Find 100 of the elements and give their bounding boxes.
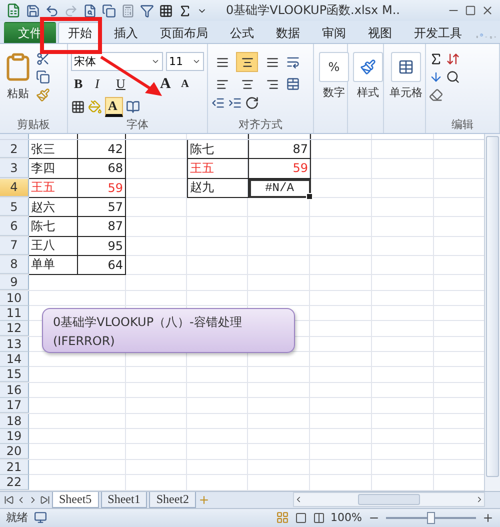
- phonetic-icon[interactable]: [126, 100, 140, 114]
- zoom-in-icon[interactable]: [482, 512, 494, 524]
- find-icon[interactable]: [446, 70, 460, 84]
- table-cell[interactable]: 87: [249, 140, 311, 160]
- align-button[interactable]: [236, 52, 258, 72]
- table-cell: 陈七: [29, 217, 78, 237]
- align-icon: [266, 56, 278, 69]
- ribbon-tab[interactable]: 插入: [104, 22, 148, 44]
- ribbon-tab[interactable]: 公式: [220, 22, 264, 44]
- fill-color-icon[interactable]: [88, 100, 102, 114]
- sheet-tab[interactable]: Sheet5: [52, 492, 99, 508]
- table-cell: 赵六: [29, 198, 78, 218]
- row-header[interactable]: 18: [0, 414, 29, 429]
- merge-cells-icon[interactable]: [286, 77, 300, 92]
- copy-icon[interactable]: [102, 4, 116, 18]
- filter-icon[interactable]: [140, 4, 154, 18]
- paste-label[interactable]: 粘贴: [7, 86, 29, 102]
- row-header[interactable]: 2: [0, 140, 29, 158]
- fill-down-icon[interactable]: [429, 70, 443, 84]
- table-cell: 陈七: [187, 140, 249, 160]
- page-layout-icon[interactable]: [294, 512, 307, 524]
- font-size-field[interactable]: 11: [166, 52, 204, 72]
- row-header[interactable]: 3: [0, 159, 29, 178]
- row-header[interactable]: 17: [0, 398, 29, 414]
- scroll-right-icon[interactable]: [475, 495, 484, 504]
- table-cell[interactable]: #N/A: [249, 178, 311, 198]
- row-header[interactable]: 15: [0, 367, 29, 382]
- row-header[interactable]: 22: [0, 475, 29, 490]
- autosum-icon[interactable]: [429, 52, 443, 66]
- last-sheet-icon[interactable]: [40, 494, 50, 505]
- zoom-thumb[interactable]: [427, 512, 435, 524]
- sort-filter-icon[interactable]: [446, 52, 460, 66]
- text-box[interactable]: 0基础学VLOOKUP（八）-容错处理 (IFERROR): [42, 308, 295, 354]
- table-cell: 57: [78, 198, 126, 218]
- row-header[interactable]: 4: [0, 178, 29, 197]
- status-text: 就绪: [6, 510, 28, 526]
- table-cell: 59: [78, 178, 126, 198]
- row-header[interactable]: 6: [0, 217, 29, 236]
- font-size-button[interactable]: A: [157, 74, 175, 94]
- sheet-tab[interactable]: Sheet1: [100, 492, 148, 508]
- orientation-icon[interactable]: [245, 96, 259, 110]
- sheet-tab[interactable]: Sheet2: [149, 492, 196, 508]
- eraser-icon[interactable]: [429, 88, 443, 102]
- row-header[interactable]: 9: [0, 275, 29, 290]
- ribbon-tab[interactable]: 数据: [266, 22, 310, 44]
- print-preview-icon[interactable]: [83, 4, 97, 18]
- scissors-icon[interactable]: [36, 52, 50, 66]
- wrap-text-icon[interactable]: [286, 55, 300, 70]
- font-name-field[interactable]: 宋体: [71, 52, 163, 72]
- borders-icon[interactable]: [71, 100, 85, 114]
- undo-icon[interactable]: [45, 4, 59, 18]
- row-header[interactable]: 14: [0, 352, 29, 368]
- first-sheet-icon[interactable]: [4, 494, 14, 505]
- calculator-icon[interactable]: [121, 4, 135, 18]
- table-icon: [398, 59, 414, 76]
- save-icon[interactable]: [26, 4, 40, 18]
- group-label: 编辑: [450, 117, 474, 134]
- indent-icon[interactable]: [228, 96, 242, 110]
- table-cell: 王八: [29, 236, 78, 256]
- vertical-scrollbar[interactable]: [484, 134, 500, 491]
- table-cell: 王五: [29, 178, 78, 198]
- group-label: 对齐方式: [238, 117, 284, 134]
- font-style-button[interactable]: I: [92, 74, 110, 94]
- scroll-left-icon[interactable]: [294, 495, 303, 504]
- ribbon-tab[interactable]: 页面布局: [150, 22, 218, 44]
- cells-button[interactable]: 单元格: [387, 52, 425, 100]
- row-header[interactable]: 10: [0, 290, 29, 306]
- macro-record-icon[interactable]: [34, 511, 47, 524]
- maximize-icon[interactable]: [465, 5, 476, 16]
- outdent-icon[interactable]: [211, 96, 225, 110]
- row-header[interactable]: 7: [0, 236, 29, 255]
- zoom-level[interactable]: 100%: [330, 511, 362, 524]
- font-style-button[interactable]: U: [113, 74, 131, 94]
- copy-icon[interactable]: [36, 70, 50, 84]
- row-header[interactable]: 11: [0, 306, 29, 321]
- ribbon-tab[interactable]: 开发工具: [404, 22, 472, 44]
- row-header[interactable]: 8: [0, 256, 29, 274]
- font-color-button[interactable]: A: [105, 97, 123, 118]
- page-break-icon[interactable]: [312, 512, 325, 524]
- redo-icon[interactable]: [64, 4, 78, 18]
- row-header[interactable]: 21: [0, 460, 29, 475]
- ribbon-tab[interactable]: 审阅: [312, 22, 356, 44]
- font-size-button[interactable]: A: [178, 74, 196, 94]
- row-header[interactable]: 16: [0, 382, 29, 398]
- sigma-icon[interactable]: [178, 4, 192, 18]
- ribbon-tab[interactable]: 视图: [358, 22, 402, 44]
- table-cell: 95: [78, 236, 126, 256]
- horizontal-scrollbar[interactable]: [293, 492, 485, 508]
- row-header[interactable]: 19: [0, 429, 29, 444]
- row-header[interactable]: 20: [0, 444, 29, 460]
- font-style-button[interactable]: B: [71, 74, 89, 94]
- align-icon: [216, 78, 228, 91]
- normal-view-icon[interactable]: [276, 511, 289, 524]
- table-cell[interactable]: 59: [249, 159, 311, 179]
- row-header[interactable]: 5: [0, 198, 29, 216]
- grid-icon[interactable]: [159, 4, 173, 18]
- text-box-line: 0基础学VLOOKUP（八）-容错处理: [53, 314, 243, 332]
- row-header[interactable]: 13: [0, 336, 29, 352]
- row-header[interactable]: 12: [0, 321, 29, 336]
- close-icon[interactable]: [481, 4, 494, 18]
